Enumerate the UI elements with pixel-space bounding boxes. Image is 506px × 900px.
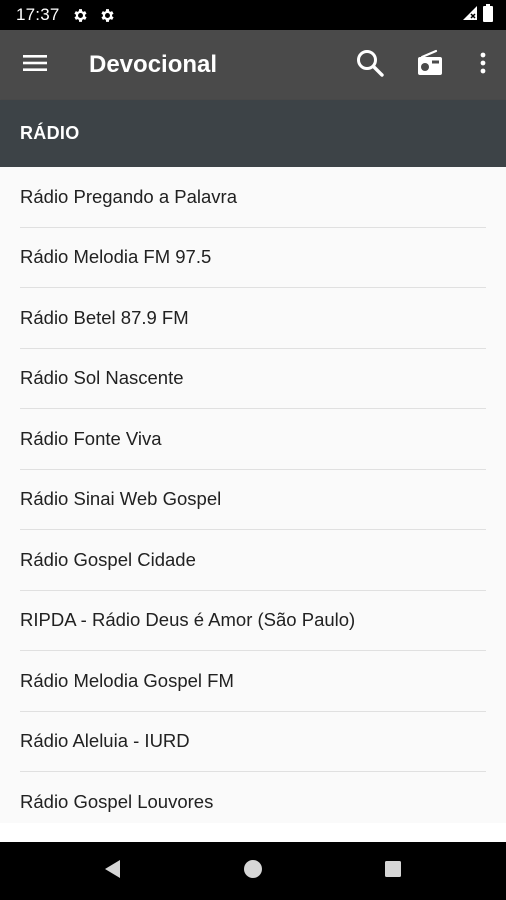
list-item[interactable]: RIPDA - Rádio Deus é Amor (São Paulo): [20, 591, 486, 651]
app-bar: Devocional: [0, 30, 506, 100]
list-item[interactable]: Rádio Aleluia - IURD: [20, 712, 486, 772]
menu-button[interactable]: [0, 30, 70, 100]
list-item-label: Rádio Pregando a Palavra: [20, 185, 238, 207]
search-button[interactable]: [340, 30, 400, 100]
radio-button[interactable]: [400, 30, 460, 100]
status-time: 17:37: [16, 5, 60, 24]
search-icon: [355, 48, 385, 83]
list-item[interactable]: Rádio Sinai Web Gospel: [20, 470, 486, 530]
back-button[interactable]: [82, 842, 142, 900]
list-item[interactable]: Rádio Melodia FM 97.5: [20, 228, 486, 288]
list-item-label: Rádio Betel 87.9 FM: [20, 306, 189, 328]
home-icon: [242, 858, 264, 885]
list-item[interactable]: Rádio Betel 87.9 FM: [20, 288, 486, 349]
list-item-label: Rádio Melodia FM 97.5: [20, 246, 212, 268]
settings-gear-icon: [99, 7, 116, 24]
more-options-button[interactable]: [460, 30, 506, 100]
more-vert-icon: [479, 51, 487, 80]
list-item-label: Rádio Sol Nascente: [20, 367, 184, 389]
list-item[interactable]: Rádio Melodia Gospel FM: [20, 651, 486, 712]
back-icon: [102, 858, 122, 885]
radio-list: Rádio Pregando a Palavra Rádio Melodia F…: [0, 167, 506, 823]
list-item[interactable]: Rádio Gospel Louvores: [20, 772, 486, 823]
menu-icon: [22, 53, 48, 78]
list-item[interactable]: Rádio Pregando a Palavra: [20, 167, 486, 228]
list-item-label: Rádio Sinai Web Gospel: [20, 488, 222, 510]
list-item-label: RIPDA - Rádio Deus é Amor (São Paulo): [20, 609, 356, 631]
list-item[interactable]: Rádio Sol Nascente: [20, 349, 486, 409]
section-label: RÁDIO: [20, 123, 80, 143]
recents-icon: [383, 859, 403, 884]
app-title: Devocional: [89, 51, 218, 78]
list-item[interactable]: Rádio Gospel Cidade: [20, 530, 486, 591]
list-item[interactable]: Rádio Fonte Viva: [20, 409, 486, 470]
status-bar: 17:37: [0, 0, 506, 30]
recents-button[interactable]: [363, 842, 423, 900]
home-button[interactable]: [223, 842, 283, 900]
list-item-label: Rádio Gospel Louvores: [20, 791, 214, 813]
list-item-label: Rádio Aleluia - IURD: [20, 730, 190, 752]
list-item-label: Rádio Fonte Viva: [20, 427, 162, 449]
navigation-bar: [0, 842, 506, 900]
battery-icon: [482, 3, 494, 27]
section-header: RÁDIO: [0, 100, 506, 167]
settings-gear-icon: [72, 7, 89, 24]
signal-icon: [462, 5, 478, 26]
radio-icon: [416, 49, 444, 82]
list-item-label: Rádio Gospel Cidade: [20, 548, 196, 570]
list-item-label: Rádio Melodia Gospel FM: [20, 669, 234, 691]
